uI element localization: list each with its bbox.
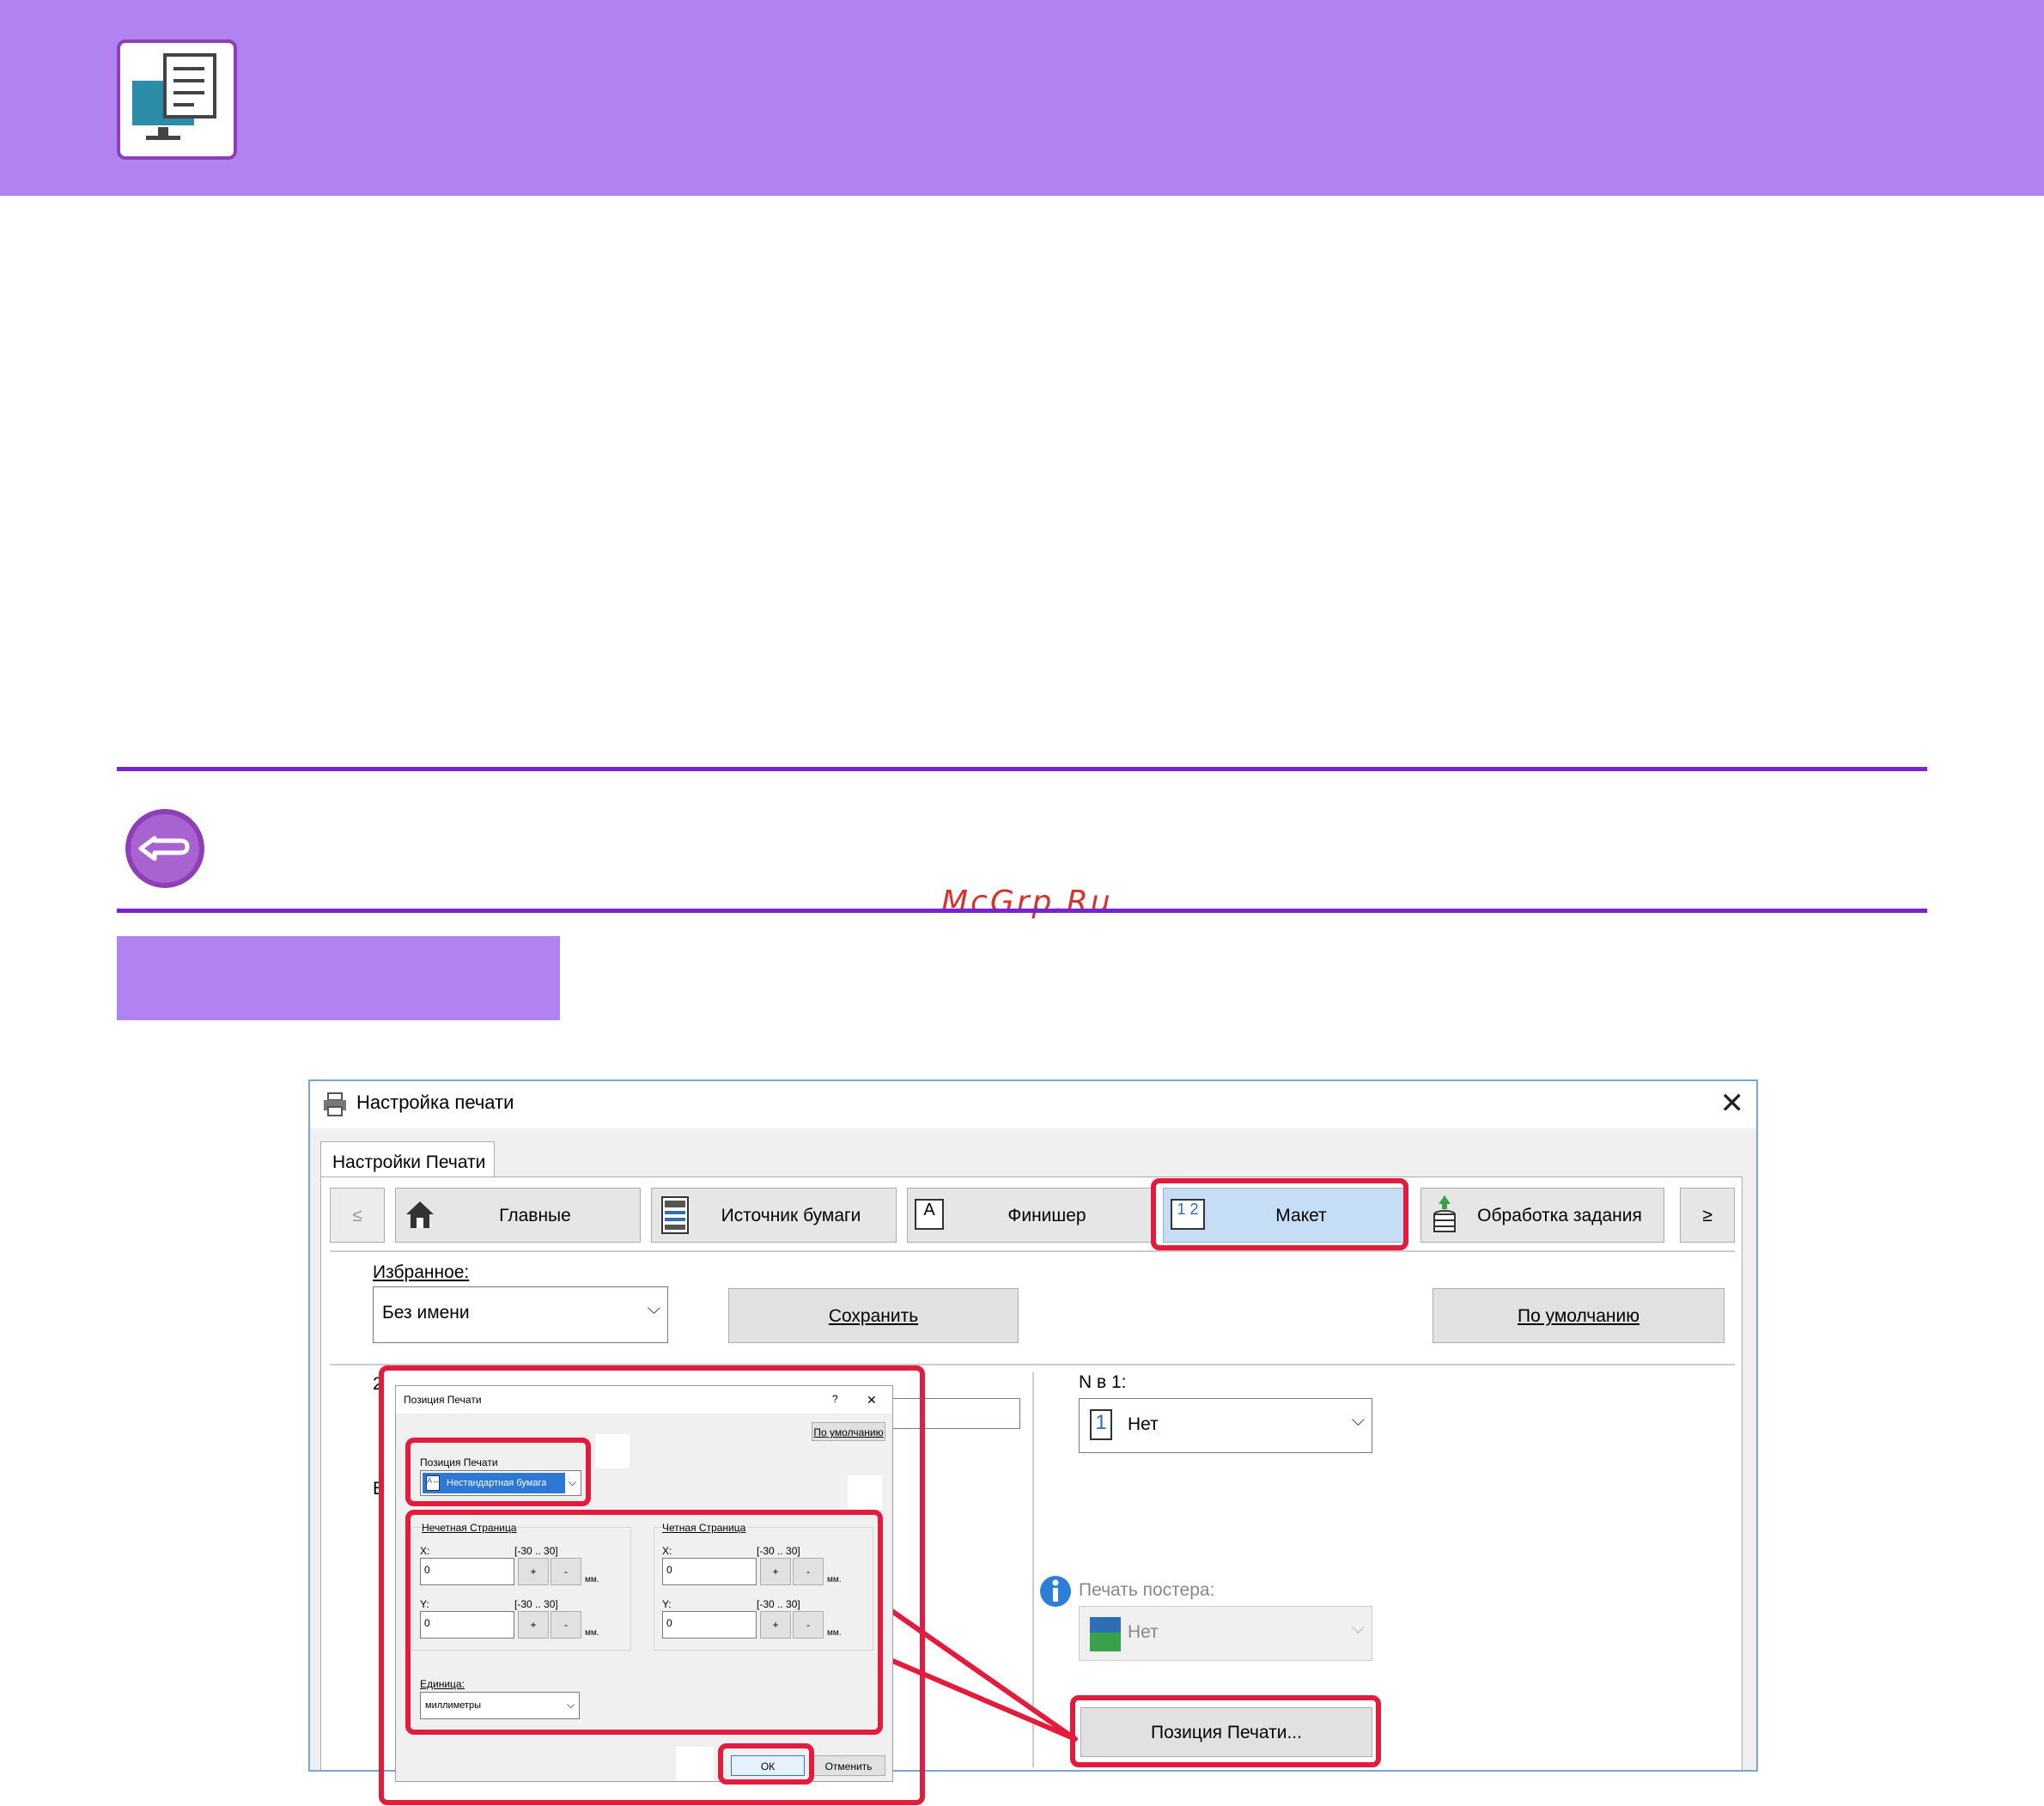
nav-next-button[interactable]: ≥ — [1680, 1188, 1735, 1243]
chevron-down-icon: ⌵ — [1351, 1619, 1365, 1638]
highlight-position-select — [405, 1438, 591, 1506]
return-icon[interactable] — [124, 807, 206, 890]
header-band — [0, 0, 2044, 196]
highlight-layout-tab — [1151, 1178, 1408, 1250]
divider-top — [117, 767, 1927, 771]
n-in-1-icon: 1 — [1090, 1409, 1112, 1440]
highlight-ok-button — [718, 1743, 814, 1785]
printer-icon — [324, 1092, 346, 1116]
divider-bottom — [117, 909, 1927, 913]
defaults-button[interactable]: По умолчанию — [1433, 1288, 1725, 1343]
close-icon[interactable]: ✕ — [1720, 1086, 1745, 1121]
save-button[interactable]: Сохранить — [728, 1288, 1019, 1343]
tab-job-handling[interactable]: Обработка задания — [1420, 1188, 1664, 1243]
section-band — [117, 936, 560, 1020]
chevron-down-icon: ⌵ — [1351, 1411, 1365, 1430]
highlight-print-position-button — [1070, 1695, 1381, 1767]
tab-main[interactable]: Главные — [395, 1188, 641, 1243]
favorites-select[interactable]: Без имени ⌵ — [373, 1286, 668, 1343]
tab-paper-source[interactable]: Источник бумаги — [651, 1188, 897, 1243]
computer-print-icon — [117, 40, 237, 160]
n-in-1-select[interactable]: 1 Нет ⌵ — [1079, 1398, 1372, 1453]
poster-select[interactable]: Нет ⌵ — [1079, 1606, 1372, 1661]
tab-print-settings[interactable]: Настройки Печати — [320, 1141, 495, 1177]
tab-finisher[interactable]: A Финишер — [907, 1188, 1153, 1243]
nav-underline — [330, 1250, 1735, 1252]
manual-page: McGrp.Ru Настройка печати ✕ Настройки Пе… — [0, 0, 2044, 1806]
favorites-label: Избранное: — [373, 1262, 470, 1282]
nav-prev-button[interactable]: ≤ — [330, 1188, 385, 1243]
watermark: McGrp.Ru — [941, 885, 1113, 920]
window-title: Настройка печати — [356, 1092, 514, 1113]
highlight-offsets — [405, 1510, 883, 1735]
chevron-down-icon: ⌵ — [647, 1299, 660, 1318]
n-in-1-label: N в 1: — [1079, 1372, 1127, 1392]
window-titlebar: Настройка печати ✕ — [310, 1081, 1756, 1128]
